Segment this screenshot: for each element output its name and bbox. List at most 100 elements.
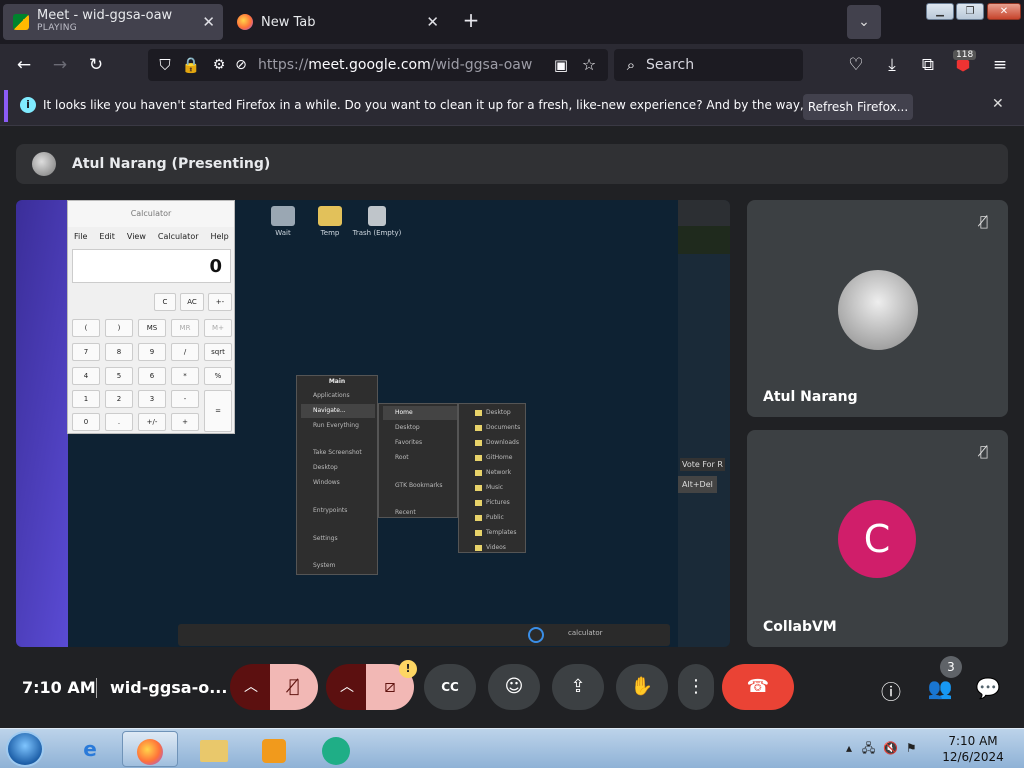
new-tab-button[interactable]: + <box>459 8 483 32</box>
people-icon[interactable]: 👥 <box>927 676 953 700</box>
close-notification-icon[interactable]: ✕ <box>992 96 1004 112</box>
calc-key: / <box>171 343 199 361</box>
meeting-code: wid-ggsa-o... <box>110 678 228 697</box>
file-explorer-icon[interactable] <box>186 731 242 767</box>
windows-taskbar: e ▴ 🖧 🔇 ⚑ 7:10 AM 12/6/2024 <box>0 728 1024 768</box>
reload-icon[interactable]: ↻ <box>83 52 109 78</box>
extension-badge: 118 <box>953 50 977 60</box>
submenu-item: Home <box>383 406 457 420</box>
tab-meet[interactable]: Meet - wid-ggsa-oaw PLAYING ✕ <box>3 4 223 40</box>
calc-menu-item: Edit <box>99 231 115 241</box>
meeting-time: 7:10 AM <box>22 678 96 697</box>
desktop-icon-wait: Wait <box>258 206 308 237</box>
shared-screen[interactable]: Wait Temp Trash (Empty) Main Application… <box>16 200 730 647</box>
close-tab-icon[interactable]: ✕ <box>426 13 439 31</box>
firefox-icon <box>237 14 253 30</box>
extensions-icon[interactable]: ⧉ <box>915 52 941 78</box>
media-player-icon[interactable] <box>246 731 302 767</box>
chat-icon[interactable]: 💬 <box>975 676 1001 700</box>
network-icon[interactable]: 🖧 <box>862 741 875 755</box>
calculator-menu: File Edit View Calculator Help <box>68 227 234 245</box>
google-meet-icon <box>13 14 29 30</box>
calculator-title: Calculator <box>68 201 234 227</box>
start-menu-item: Applications <box>313 392 350 399</box>
remote-taskbar-label: calculator <box>568 629 603 637</box>
calc-key: = <box>204 390 232 432</box>
chevron-down-icon: ⌄ <box>858 14 870 30</box>
taskbar-clock[interactable]: 7:10 AM 12/6/2024 <box>938 733 1008 765</box>
participant-initial-avatar: C <box>838 500 916 578</box>
captions-icon: CC <box>441 680 459 694</box>
ctrl-alt-del-snippet: Alt+Del <box>678 476 717 493</box>
raise-hand-button[interactable]: ✋ <box>616 664 668 710</box>
submenu-item: Network <box>463 466 523 480</box>
presenting-bar: Atul Narang (Presenting) <box>16 144 1008 184</box>
url-text[interactable]: https://meet.google.com/wid-ggsa-oaw <box>258 57 532 73</box>
hand-icon: ✋ <box>630 676 654 697</box>
audio-settings-button[interactable]: ︿ <box>230 664 272 710</box>
action-center-flag-icon[interactable]: ⚑ <box>906 741 917 755</box>
submenu-item: Desktop <box>395 424 420 431</box>
mic-off-icon: 🎙̸ <box>979 444 989 460</box>
show-hidden-icons-icon[interactable]: ▴ <box>846 741 852 755</box>
url-scheme: https:// <box>258 57 309 73</box>
firefox-taskbar-icon[interactable] <box>122 731 178 767</box>
url-bar[interactable]: ⛉ 🔒 ⚙ ⊘ https://meet.google.com/wid-ggsa… <box>148 49 608 81</box>
shield-icon[interactable]: ⛉ <box>152 52 178 78</box>
desktop-icon-label: Temp <box>320 229 340 237</box>
reactions-button[interactable]: ☺ <box>488 664 540 710</box>
mic-off-icon: 🎙̸ <box>979 214 989 230</box>
internet-explorer-icon[interactable]: e <box>62 731 118 767</box>
window-close-button[interactable]: ✕ <box>987 3 1021 20</box>
desktop-icon-label: Trash (Empty) <box>352 229 402 237</box>
participant-tile-collabvm[interactable]: 🎙̸ C CollabVM <box>747 430 1008 647</box>
search-placeholder: Search <box>646 57 695 73</box>
bookmark-star-icon[interactable]: ☆ <box>576 52 602 78</box>
remote-calculator-window: Calculator File Edit View Calculator Hel… <box>67 200 235 434</box>
reader-view-icon[interactable]: ▣ <box>548 52 574 78</box>
volume-muted-icon[interactable]: 🔇 <box>883 741 898 755</box>
calc-key: % <box>204 367 232 385</box>
system-tray: ▴ 🖧 🔇 ⚑ <box>846 739 917 760</box>
microphone-toggle-button[interactable]: 🎙̸ <box>270 664 318 710</box>
captions-button[interactable]: CC <box>424 664 476 710</box>
video-settings-button[interactable]: ︿ <box>326 664 368 710</box>
remote-desktop-right-edge: Vote For R Alt+Del <box>678 200 730 647</box>
submenu-item: Templates <box>463 526 523 540</box>
chat-app-icon[interactable] <box>308 731 364 767</box>
lock-icon[interactable]: 🔒 <box>178 52 204 78</box>
refresh-firefox-button[interactable]: Refresh Firefox... <box>803 94 913 120</box>
list-all-tabs-button[interactable]: ⌄ <box>847 5 881 39</box>
submenu-item: Pictures <box>463 496 523 510</box>
more-options-button[interactable]: ⋮ <box>678 664 714 710</box>
search-box[interactable]: ⌕ Search <box>614 49 803 81</box>
downloads-icon[interactable]: ⤓ <box>879 52 905 78</box>
autoplay-blocked-icon[interactable]: ⊘ <box>228 52 254 78</box>
participant-tile-atul[interactable]: 🎙̸ Atul Narang <box>747 200 1008 417</box>
calc-key: * <box>171 367 199 385</box>
calc-key: +- <box>208 293 232 311</box>
start-menu-item: Desktop <box>313 464 338 471</box>
remote-submenu-navigate: Home Desktop Favorites Root GTK Bookmark… <box>378 403 458 518</box>
submenu-item: Public <box>463 511 523 525</box>
calc-key: 2 <box>105 390 133 408</box>
window-restore-button[interactable]: ❐ <box>956 3 984 20</box>
remote-network-icon <box>528 627 544 643</box>
hang-up-icon: ☎ <box>746 676 770 697</box>
meeting-details-icon[interactable]: ⓘ <box>878 676 904 705</box>
menu-icon[interactable]: ≡ <box>987 52 1013 78</box>
windows-start-button[interactable] <box>6 731 44 767</box>
mic-off-icon: 🎙̸ <box>288 676 300 697</box>
notification-text: It looks like you haven't started Firefo… <box>43 98 899 112</box>
close-tab-icon[interactable]: ✕ <box>202 13 215 31</box>
remote-submenu-home: Desktop Documents Downloads GitHome Netw… <box>458 403 526 553</box>
leave-call-button[interactable]: ☎ <box>722 664 794 710</box>
tab-new-tab[interactable]: New Tab ✕ <box>227 4 447 40</box>
forward-arrow-icon[interactable]: → <box>47 52 73 78</box>
pocket-icon[interactable]: ♡ <box>843 52 869 78</box>
present-screen-button[interactable]: ⇪ <box>552 664 604 710</box>
calc-menu-item: View <box>126 231 146 241</box>
window-minimize-button[interactable]: ▁ <box>926 3 954 20</box>
remote-start-menu: Main Applications Navigate... Run Everyt… <box>296 375 378 575</box>
back-arrow-icon[interactable]: ← <box>11 52 37 78</box>
